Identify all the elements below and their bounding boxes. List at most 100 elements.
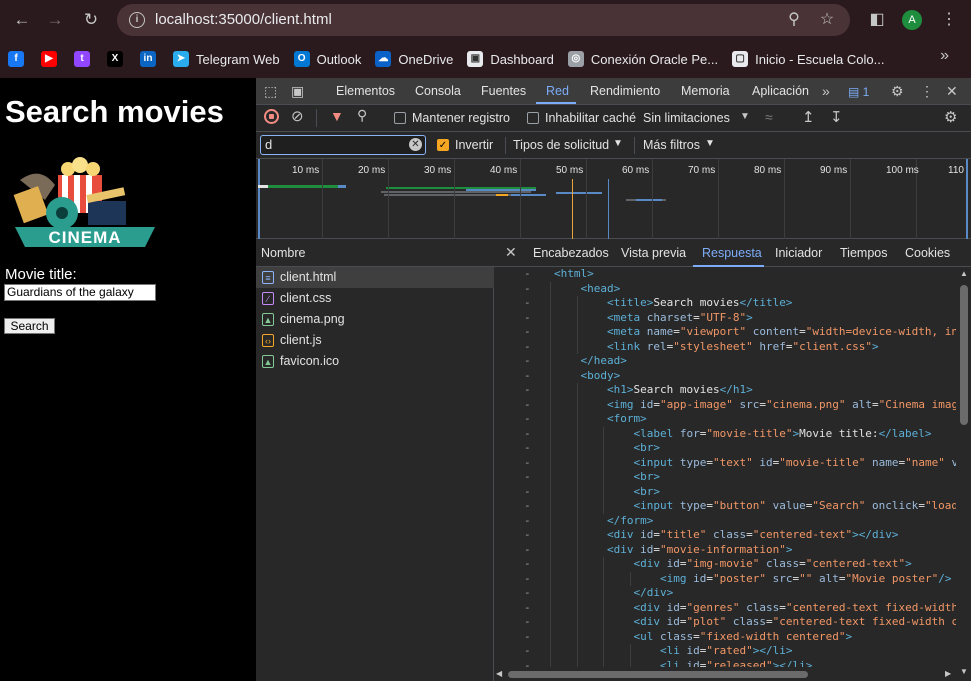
bookmark-onedrive[interactable]: ☁ OneDrive xyxy=(375,51,453,67)
devtools-tab-memoria[interactable]: Memoria xyxy=(681,84,730,98)
request-row[interactable]: ‹› client.js xyxy=(256,330,494,351)
devtools-menu-icon[interactable]: ⋮ xyxy=(920,83,934,100)
timeline-gridline xyxy=(850,159,851,239)
search-icon[interactable]: ⚲ xyxy=(357,107,367,124)
timeline-left-handle[interactable] xyxy=(258,159,260,239)
request-row[interactable]: ≡ client.html xyxy=(256,267,494,288)
settings-gear-icon[interactable]: ⚙ xyxy=(891,83,904,100)
address-bar[interactable]: i localhost:35000/client.html xyxy=(117,4,850,36)
devtools-tab-rendimiento[interactable]: Rendimiento xyxy=(590,84,660,98)
code-token: <form> xyxy=(607,412,647,425)
vertical-scroll-thumb[interactable] xyxy=(960,285,968,425)
devtools-tab-aplicación[interactable]: Aplicación xyxy=(752,84,809,98)
bookmark-star-icon[interactable]: ☆ xyxy=(815,8,839,32)
code-token: <li xyxy=(660,658,687,668)
close-devtools-icon[interactable]: ✕ xyxy=(946,83,958,100)
bookmark-dashboard[interactable]: ▣ Dashboard xyxy=(467,51,554,67)
horizontal-scrollbar[interactable]: ◀ ▶ xyxy=(494,667,956,681)
throttling-select[interactable]: Sin limitaciones xyxy=(643,111,730,125)
site-info-icon[interactable]: i xyxy=(129,12,145,28)
chevron-down-icon[interactable]: ▼ xyxy=(740,111,750,122)
code-token: "fixed-width centered" xyxy=(699,629,846,643)
detail-tab-tiempos[interactable]: Tiempos xyxy=(840,246,887,260)
inspect-element-icon[interactable]: ⬚ xyxy=(264,83,277,100)
code-token: "movie-title" xyxy=(779,455,866,469)
code-token: type xyxy=(679,499,707,512)
chevron-down-icon[interactable]: ▼ xyxy=(613,138,623,149)
bookmark-globe[interactable]: ◎ Conexión Oracle Pe... xyxy=(567,51,718,67)
scroll-down-arrow-icon[interactable]: ▼ xyxy=(960,667,968,676)
vertical-scrollbar[interactable]: ▲ ▼ xyxy=(956,267,971,681)
devtools-tab-fuentes[interactable]: Fuentes xyxy=(481,84,526,98)
devtools-tab-red[interactable]: Red xyxy=(546,84,569,98)
url-text: localhost:35000/client.html xyxy=(155,11,332,28)
timeline-right-handle[interactable] xyxy=(966,159,968,239)
movie-title-input[interactable]: Guardians of the galaxy xyxy=(4,284,156,301)
scroll-up-arrow-icon[interactable]: ▲ xyxy=(960,269,968,278)
detail-tab-respuesta[interactable]: Respuesta xyxy=(702,246,762,260)
code-token: type xyxy=(679,455,707,469)
detail-tab-vista-previa[interactable]: Vista previa xyxy=(621,246,686,260)
horizontal-scroll-thumb[interactable] xyxy=(508,671,808,678)
invert-label: Invertir xyxy=(455,138,494,152)
download-har-icon[interactable]: ↧ xyxy=(830,108,843,126)
issues-badge[interactable]: ▤ 1 xyxy=(848,85,869,99)
bookmark-school[interactable]: ▢ Inicio - Escuela Colo... xyxy=(732,51,884,67)
upload-har-icon[interactable]: ↥ xyxy=(802,108,815,126)
indent-guide xyxy=(576,325,578,340)
code-token: content xyxy=(746,325,800,338)
device-toolbar-icon[interactable]: ▣ xyxy=(291,83,304,100)
bookmark-x[interactable]: X xyxy=(107,51,130,67)
scroll-right-arrow-icon[interactable]: ▶ xyxy=(945,669,951,678)
preserve-log-checkbox[interactable] xyxy=(394,112,406,124)
search-button[interactable]: Search xyxy=(4,318,55,334)
more-filters-dropdown[interactable]: Más filtros xyxy=(643,138,700,152)
request-row[interactable]: ∕ client.css xyxy=(256,288,494,309)
bookmark-youtube[interactable]: ▶ xyxy=(41,51,64,67)
clear-log-icon[interactable]: ⊘ xyxy=(291,107,304,125)
outlook-icon: O xyxy=(293,51,310,67)
response-code-view[interactable]: - <html> - <head> - <title>Search movies</tit… xyxy=(494,267,956,667)
code-token: name xyxy=(646,325,674,338)
bookmark-twitch[interactable]: t xyxy=(74,51,97,67)
devtools-tab-consola[interactable]: Consola xyxy=(415,84,461,98)
name-column-header[interactable]: Nombre xyxy=(256,239,494,267)
detail-tab-encabezados[interactable]: Encabezados xyxy=(533,246,609,260)
network-settings-gear-icon[interactable]: ⚙ xyxy=(944,108,957,126)
zoom-icon[interactable]: ⚲ xyxy=(782,8,806,32)
filter-funnel-icon[interactable]: ▼ xyxy=(330,108,344,124)
indent-guide xyxy=(550,281,551,296)
bookmark-facebook[interactable]: f xyxy=(8,51,31,67)
record-stop-icon[interactable] xyxy=(264,109,279,124)
chevron-down-icon[interactable]: ▼ xyxy=(705,138,715,149)
request-row[interactable]: ▲ cinema.png xyxy=(256,309,494,330)
close-detail-icon[interactable]: ✕ xyxy=(505,244,517,261)
code-line: - <div id="img-movie" class="centered-tex… xyxy=(494,557,956,572)
timeline-tick-label: 30 ms xyxy=(424,165,452,176)
profile-avatar[interactable]: A xyxy=(902,10,922,30)
devtools-tab-elementos[interactable]: Elementos xyxy=(336,84,395,98)
chevron-more-icon[interactable]: » xyxy=(940,47,949,65)
detail-tab-iniciador[interactable]: Iniciador xyxy=(775,246,822,260)
detail-tab-cookies[interactable]: Cookies xyxy=(905,246,950,260)
request-row[interactable]: ▲ favicon.ico xyxy=(256,351,494,372)
disable-cache-checkbox[interactable] xyxy=(527,112,539,124)
request-list: Nombre ≡ client.html ∕ client.css ▲ cinema.pn… xyxy=(256,239,494,681)
filter-input[interactable]: d ✕ xyxy=(260,135,426,155)
forward-arrow-icon[interactable]: → xyxy=(43,8,67,32)
more-tabs-chevron-icon[interactable]: » xyxy=(822,83,830,99)
bookmark-outlook[interactable]: O Outlook xyxy=(293,51,361,67)
network-timeline-overview[interactable]: 10 ms 20 ms 30 ms 40 ms 50 ms 60 ms 70 ms 80 ms… xyxy=(256,159,971,239)
request-types-dropdown[interactable]: Tipos de solicitud xyxy=(513,138,609,152)
side-panel-icon[interactable]: ◧ xyxy=(865,8,889,32)
indent-guide xyxy=(629,571,631,586)
scroll-left-arrow-icon[interactable]: ◀ xyxy=(496,669,502,678)
clear-filter-icon[interactable]: ✕ xyxy=(409,138,422,151)
back-arrow-icon[interactable]: ← xyxy=(10,8,34,32)
network-conditions-icon[interactable]: ≈ xyxy=(765,109,773,125)
invert-checkbox[interactable]: ✓ xyxy=(437,139,449,151)
reload-icon[interactable]: ↻ xyxy=(79,8,103,32)
menu-kebab-icon[interactable]: ⋮ xyxy=(937,8,961,32)
bookmark-telegram[interactable]: ➤ Telegram Web xyxy=(173,51,280,67)
bookmark-linkedin[interactable]: in xyxy=(140,51,163,67)
